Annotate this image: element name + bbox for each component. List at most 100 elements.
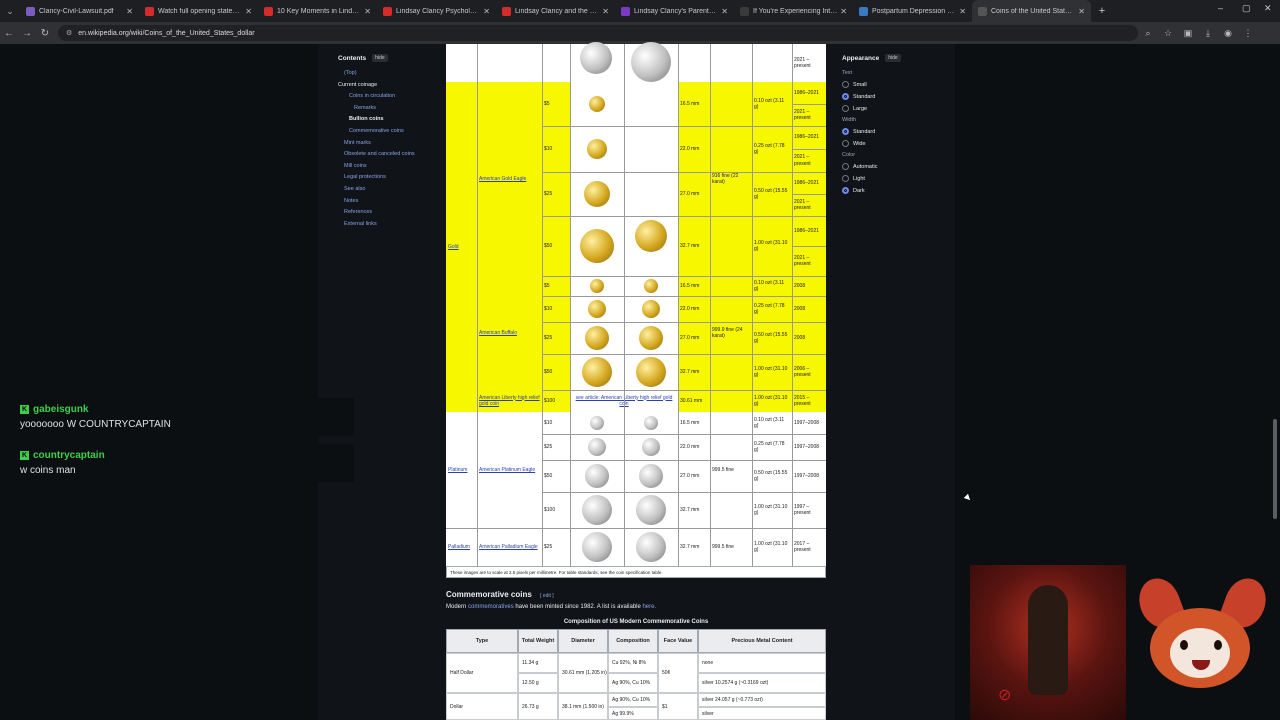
table-cell-face-value: $1 <box>658 693 698 720</box>
gold-coin-image <box>588 300 606 318</box>
radio-button[interactable] <box>842 163 849 170</box>
table-cell-composition: Ag 99.9% <box>608 707 658 720</box>
toc-item[interactable]: Mill coins <box>338 163 438 169</box>
toc-item[interactable]: References <box>338 209 438 215</box>
gold-coin-image <box>584 181 610 207</box>
metal-label[interactable]: Gold <box>448 82 475 412</box>
toc-item[interactable]: Remarks <box>338 105 438 111</box>
toc-hide-button[interactable]: hide <box>372 54 388 62</box>
tab-close-icon[interactable]: ✕ <box>483 7 490 16</box>
appearance-radio-option[interactable]: Automatic <box>842 163 942 170</box>
browser-tab[interactable]: Watch full opening statements ✕ <box>139 0 258 22</box>
weight: 0.50 ozt (15.55 g) <box>754 187 788 201</box>
tab-close-icon[interactable]: ✕ <box>245 7 252 16</box>
radio-button[interactable] <box>842 93 849 100</box>
diameter: 27.0 mm <box>680 334 700 341</box>
toc-item[interactable]: Coins in circulation <box>338 93 438 99</box>
metal-label[interactable]: Platinum <box>448 412 475 528</box>
gold-coin-image <box>590 279 604 293</box>
toc-item[interactable]: See also <box>338 186 438 192</box>
download-icon[interactable]: ⤓ <box>1198 28 1218 39</box>
face-value: $25 <box>544 190 553 197</box>
toc-item[interactable]: Notes <box>338 198 438 204</box>
radio-button[interactable] <box>842 81 849 88</box>
zoom-icon[interactable]: ⌕ <box>1138 28 1158 39</box>
browser-tab[interactable]: If You're Experiencing Intrusive✕ <box>734 0 853 22</box>
address-bar[interactable]: ⚙ en.wikipedia.org/wiki/Coins_of_the_Uni… <box>58 25 1138 41</box>
appearance-hide-button[interactable]: hide <box>885 54 901 62</box>
radio-button[interactable] <box>842 105 849 112</box>
minimize-icon[interactable]: – <box>1218 3 1223 13</box>
tab-close-icon[interactable]: ✕ <box>126 7 133 16</box>
appearance-radio-option[interactable]: Standard <box>842 93 942 100</box>
tab-close-icon[interactable]: ✕ <box>959 7 966 16</box>
commemoratives-link[interactable]: commemoratives <box>468 604 514 610</box>
tab-close-icon[interactable]: ✕ <box>1078 7 1085 16</box>
radio-label: Small <box>853 81 867 88</box>
appearance-radio-option[interactable]: Standard <box>842 128 942 135</box>
toc-item[interactable]: Bullion coins <box>338 116 438 122</box>
gold-coin-image <box>582 357 612 387</box>
tab-close-icon[interactable]: ✕ <box>840 7 847 16</box>
toc-item[interactable]: (Top) <box>338 70 438 76</box>
radio-label: Automatic <box>853 163 878 170</box>
silver-coin-image <box>582 532 612 562</box>
browser-tab[interactable]: Lindsay Clancy Psychologist D✕ <box>377 0 496 22</box>
coin-series-link[interactable]: American Buffalo <box>479 276 540 390</box>
coin-series-link[interactable]: American Palladium Eagle <box>479 528 540 566</box>
browser-tab[interactable]: Lindsay Clancy's Parents' $1 M✕ <box>615 0 734 22</box>
toc-item[interactable]: Obsolete and canceled coins <box>338 151 438 157</box>
issue-years: 2021 – present <box>794 254 811 268</box>
toc-item[interactable]: Mint marks <box>338 140 438 146</box>
coin-series-link[interactable]: American Platinum Eagle <box>479 412 540 528</box>
tab-close-icon[interactable]: ✕ <box>364 7 371 16</box>
metal-label[interactable]: Palladium <box>448 528 475 566</box>
toc-item[interactable]: External links <box>338 221 438 227</box>
browser-tab[interactable]: Postpartum Depression (PPD)✕ <box>853 0 972 22</box>
radio-button[interactable] <box>842 187 849 194</box>
weight: 0.50 ozt (15.55 g) <box>754 469 788 483</box>
extensions-icon[interactable]: ▣ <box>1178 28 1198 39</box>
table-cell-diameter: 38.1 mm (1.500 in) <box>558 693 608 720</box>
appearance-radio-option[interactable]: Wide <box>842 140 942 147</box>
gold-coin-image <box>644 279 658 293</box>
radio-button[interactable] <box>842 175 849 182</box>
appearance-radio-option[interactable]: Light <box>842 175 942 182</box>
appearance-group-label: Text <box>842 70 853 76</box>
here-link[interactable]: here. <box>642 604 656 610</box>
radio-button[interactable] <box>842 128 849 135</box>
menu-icon[interactable]: ⋮ <box>1238 28 1258 39</box>
site-info-icon[interactable]: ⚙ <box>66 29 72 37</box>
grid-line <box>710 44 711 566</box>
forward-icon[interactable]: → <box>18 28 36 39</box>
appearance-radio-option[interactable]: Dark <box>842 187 942 194</box>
profile-icon[interactable]: ◉ <box>1218 28 1238 39</box>
reload-icon[interactable]: ↻ <box>36 28 54 39</box>
appearance-radio-option[interactable]: Large <box>842 105 942 112</box>
browser-tab[interactable]: Lindsay Clancy and the Eviden✕ <box>496 0 615 22</box>
bookmark-star-icon[interactable]: ☆ <box>1158 28 1178 39</box>
coin-series-link[interactable]: American Gold Eagle <box>479 82 540 276</box>
toc-item[interactable]: Current coinage <box>338 82 438 88</box>
browser-tab[interactable]: 10 Key Moments in Lindsay Cla✕ <box>258 0 377 22</box>
coin-series-link[interactable]: American Liberty high relief gold coin <box>479 390 540 412</box>
tab-search-icon[interactable]: ⌄ <box>0 0 20 22</box>
back-icon[interactable]: ← <box>0 28 18 39</box>
issue-years: 2017 – present <box>794 540 811 554</box>
maximize-icon[interactable]: ▢ <box>1242 3 1251 14</box>
fineness: 999.5 fine <box>712 543 734 550</box>
toc-item[interactable]: Commemorative coins <box>338 128 438 134</box>
tab-close-icon[interactable]: ✕ <box>602 7 609 16</box>
radio-button[interactable] <box>842 140 849 147</box>
tab-title: Lindsay Clancy Psychologist D <box>396 7 480 15</box>
edit-link[interactable]: [ edit ] <box>540 593 554 599</box>
appearance-radio-option[interactable]: Small <box>842 81 942 88</box>
commemorative-heading: Commemorative coins [ edit ] <box>446 590 554 599</box>
browser-tab[interactable]: Coins of the United States dolla✕ <box>972 0 1091 22</box>
browser-tab[interactable]: Clancy-Civil-Lawsuit.pdf ✕ <box>20 0 139 22</box>
close-window-icon[interactable]: ✕ <box>1264 3 1272 14</box>
tab-close-icon[interactable]: ✕ <box>721 7 728 16</box>
new-tab-button[interactable]: + <box>1091 5 1113 17</box>
scrollbar-thumb[interactable] <box>1273 419 1277 519</box>
toc-item[interactable]: Legal protections <box>338 174 438 180</box>
